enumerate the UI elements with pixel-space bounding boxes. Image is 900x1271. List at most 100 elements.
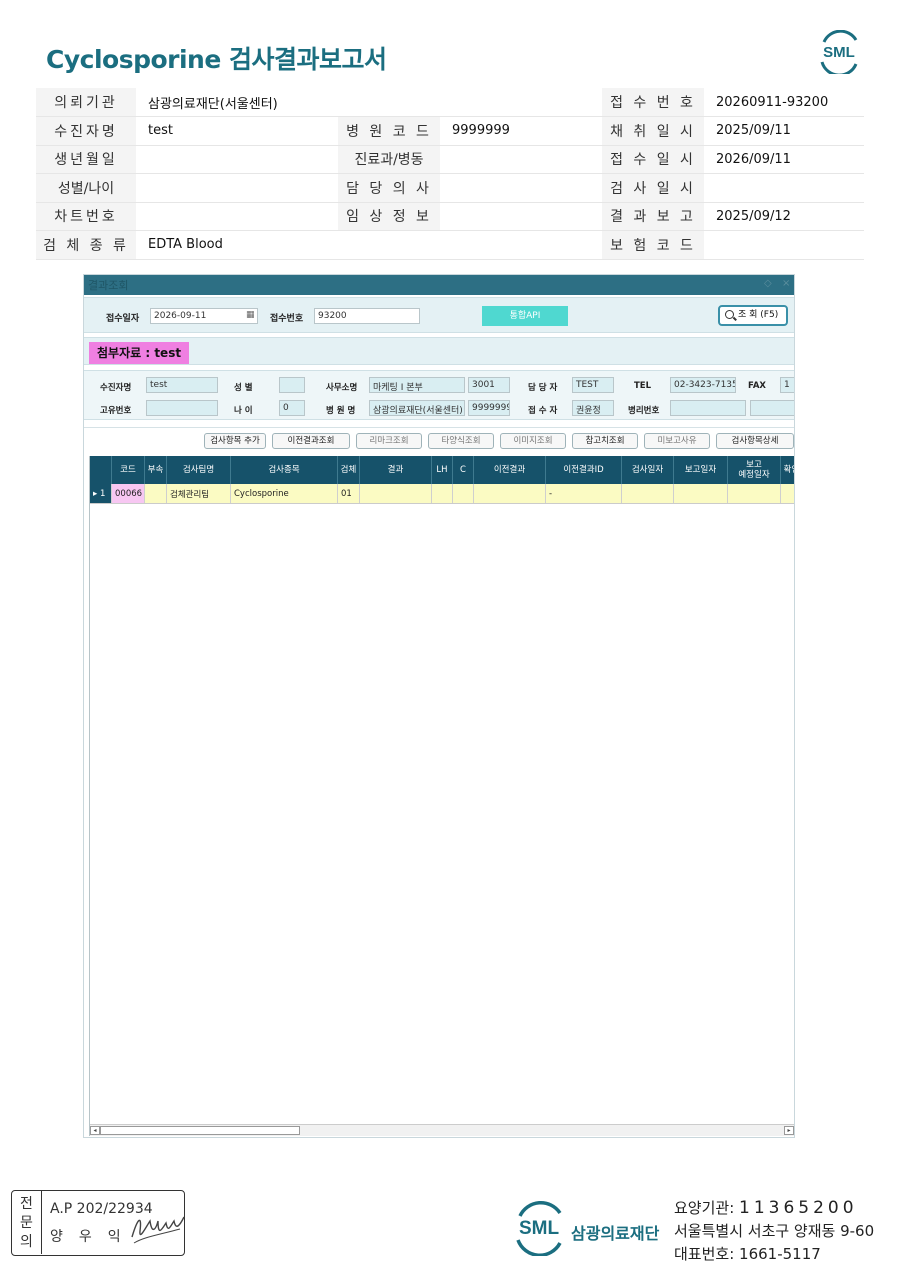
p-hospital-label: 병 원 명 <box>326 406 356 416</box>
prev-result-id-cell[interactable]: - <box>546 484 622 503</box>
hospital-code-label: 병 원 코 드 <box>338 116 440 146</box>
p-id-field[interactable] <box>146 400 218 416</box>
grid-header-cell[interactable]: 검사일자 <box>622 456 674 484</box>
scroll-left-icon[interactable]: ◂ <box>90 1126 100 1135</box>
receipt-no-input[interactable]: 93200 <box>314 308 420 324</box>
grid-header-cell[interactable]: 확인 <box>781 456 794 484</box>
action-button-row: 검사항목 추가 이전결과조회 리마크조회 타양식조회 이미지조회 참고치조회 미… <box>84 427 794 455</box>
grid-header-cell[interactable]: C <box>453 456 474 484</box>
document-title: Cyclosporine 검사결과보고서 <box>46 45 387 74</box>
p-office-field[interactable]: 마케팅 I 본부 <box>369 377 465 393</box>
p-tel-field[interactable]: 02-3423-7135 <box>670 377 736 393</box>
grid-header-cell[interactable]: 보고 예정일자 <box>728 456 781 484</box>
sex-age-value <box>136 173 338 203</box>
integration-api-button[interactable]: 통합API <box>482 306 568 326</box>
test-date-label: 검 사 일 시 <box>602 173 704 203</box>
window-title: 결과조회 <box>88 279 129 292</box>
birth-label: 생년월일 <box>36 145 136 174</box>
close-icon[interactable]: × <box>782 278 790 289</box>
scroll-right-icon[interactable]: ▸ <box>784 1126 794 1135</box>
lh-cell[interactable] <box>432 484 453 503</box>
horizontal-scrollbar[interactable]: ◂ ▸ <box>90 1124 794 1136</box>
search-bar: 접수일자 2026-09-11 ▦ 접수번호 93200 통합API 조 회 (… <box>84 297 794 333</box>
test-detail-button[interactable]: 검사항목상세 <box>716 433 794 449</box>
other-form-button[interactable]: 타양식조회 <box>428 433 494 449</box>
query-button-label: 조 회 (F5) <box>738 310 779 320</box>
search-icon <box>725 310 734 319</box>
calendar-icon[interactable]: ▦ <box>246 310 255 320</box>
p-office-code-field[interactable]: 3001 <box>468 377 510 393</box>
svg-text:SML: SML <box>823 44 855 61</box>
chart-value <box>136 202 338 231</box>
p-hospital-field[interactable]: 삼광의료재단(서울센터) <box>369 400 465 416</box>
grid-header-cell[interactable]: 검사팀명 <box>167 456 231 484</box>
remark-button[interactable]: 리마크조회 <box>356 433 422 449</box>
p-sex-label: 성 별 <box>234 383 253 393</box>
grid-header-cell[interactable]: 검사종목 <box>231 456 338 484</box>
p-sex-field[interactable] <box>279 377 305 393</box>
grid-header-cell[interactable]: LH <box>432 456 453 484</box>
scroll-thumb[interactable] <box>100 1126 300 1135</box>
pin-icon[interactable]: ◇ <box>764 278 772 289</box>
p-office-label: 사무소명 <box>326 383 358 393</box>
dept-label: 진료과/병동 <box>338 145 440 174</box>
receipt-date-input[interactable]: 2026-09-11 <box>150 308 258 324</box>
team-cell[interactable]: 검체관리팀 <box>167 484 231 503</box>
grid-header-cell[interactable]: 결과 <box>360 456 432 484</box>
unreported-reason-button[interactable]: 미보고사유 <box>644 433 710 449</box>
report-date-cell[interactable] <box>674 484 728 503</box>
p-name-field[interactable]: test <box>146 377 218 393</box>
p-tel-label: TEL <box>634 381 652 391</box>
sex-age-label: 성별/나이 <box>36 173 136 203</box>
code-cell[interactable]: 00066 <box>112 484 145 503</box>
test-date-cell[interactable] <box>622 484 674 503</box>
stamp-name: 양우익 <box>50 1229 137 1245</box>
p-fax-field[interactable]: 1 <box>780 377 794 393</box>
p-manager-label: 담 당 자 <box>528 383 558 393</box>
test-name-cell[interactable]: Cyclosporine <box>231 484 338 503</box>
p-receiver-field[interactable]: 권윤정 <box>572 400 614 416</box>
grid-header: 코드 부속 검사팀명 검사종목 검체 결과 LH C 이전결과 이전결과ID 검… <box>90 456 794 484</box>
attachment-tag[interactable]: 첨부자료 : test <box>89 342 190 364</box>
c-cell[interactable] <box>453 484 474 503</box>
grid-header-cell[interactable]: 부속 <box>145 456 167 484</box>
grid-header-cell[interactable]: 이전결과 <box>474 456 546 484</box>
insurance-label: 보 험 코 드 <box>602 230 704 260</box>
birth-value <box>136 145 338 174</box>
receipt-date-search-label: 접수일자 <box>106 314 140 324</box>
sub-cell[interactable] <box>145 484 167 503</box>
receipt-no-label: 접 수 번 호 <box>602 88 704 117</box>
result-cell[interactable] <box>360 484 432 503</box>
signature-icon <box>131 1216 185 1244</box>
p-age-field[interactable]: 0 <box>279 400 305 416</box>
p-hospital-code-field[interactable]: 9999999 <box>468 400 510 416</box>
grid-header-cell <box>90 456 112 484</box>
specimen-label: 검 체 종 류 <box>36 230 136 260</box>
grid-header-cell[interactable]: 코드 <box>112 456 145 484</box>
image-button[interactable]: 이미지조회 <box>500 433 566 449</box>
collect-date-label: 채 취 일 시 <box>602 116 704 146</box>
table-row[interactable]: ▸ 1 00066 검체관리팀 Cyclosporine 01 - <box>90 484 794 504</box>
confirm-cell[interactable] <box>781 484 794 503</box>
footer-info: 요양기관: 11365200 서울특별시 서초구 양재동 9-60 대표번호: … <box>674 1197 874 1266</box>
prev-result-cell[interactable] <box>474 484 546 503</box>
hospital-code-value: 9999999 <box>440 116 602 146</box>
add-test-button[interactable]: 검사항목 추가 <box>204 433 266 449</box>
chart-label: 차트번호 <box>36 202 136 231</box>
scheduled-date-cell[interactable] <box>728 484 781 503</box>
p-manager-field[interactable]: TEST <box>572 377 614 393</box>
reference-button[interactable]: 참고치조회 <box>572 433 638 449</box>
p-pathology-field[interactable] <box>670 400 746 416</box>
specimen-cell[interactable]: 01 <box>338 484 360 503</box>
grid-header-cell[interactable]: 이전결과ID <box>546 456 622 484</box>
previous-result-button[interactable]: 이전결과조회 <box>272 433 350 449</box>
grid-header-cell[interactable]: 보고일자 <box>674 456 728 484</box>
query-button[interactable]: 조 회 (F5) <box>718 305 788 326</box>
window-titlebar: 결과조회 ◇ × <box>84 275 794 295</box>
p-extra-field[interactable] <box>750 400 794 416</box>
svg-text:SML: SML <box>519 1218 560 1239</box>
grid-header-cell[interactable]: 검체 <box>338 456 360 484</box>
facility-number: 11365200 <box>739 1198 858 1218</box>
stamp-side-label: 전 문 의 <box>12 1191 42 1254</box>
receipt-no-value: 20260911-93200 <box>704 88 864 117</box>
